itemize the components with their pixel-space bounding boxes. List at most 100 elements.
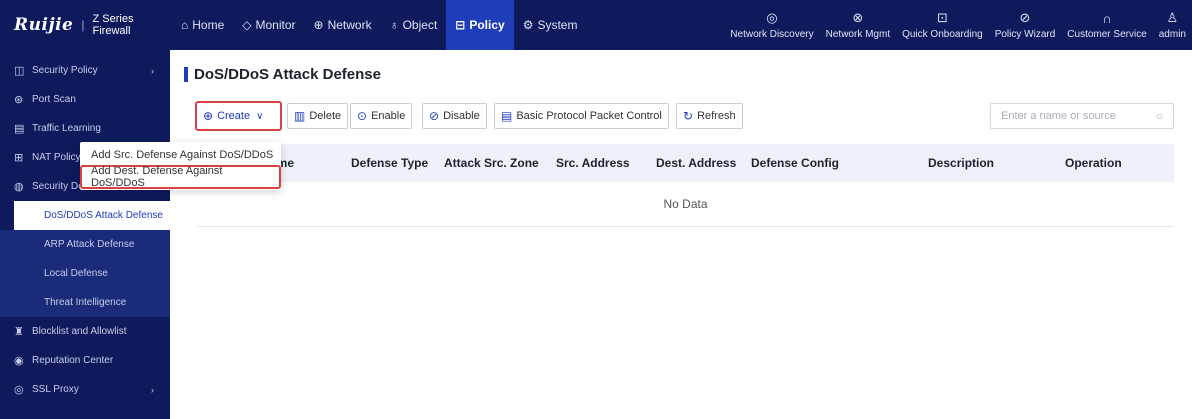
enable-button[interactable]: ⊙ Enable bbox=[350, 103, 413, 129]
sidebar-item-traffic-learning[interactable]: ▤ Traffic Learning bbox=[0, 114, 170, 143]
sidebar-sub-threat[interactable]: Threat Intelligence bbox=[0, 288, 170, 317]
traffic-icon: ▤ bbox=[14, 123, 25, 135]
search-icon[interactable]: ○ bbox=[1156, 109, 1163, 123]
plus-circle-icon: ⊕ bbox=[203, 109, 214, 123]
sidebar-item-label: Blocklist and Allowlist bbox=[32, 326, 127, 337]
sidebar-sub-local[interactable]: Local Defense bbox=[0, 259, 170, 288]
delete-label: Delete bbox=[309, 110, 342, 122]
nav-object[interactable]: ♁ Object bbox=[381, 0, 447, 50]
reputation-icon: ◉ bbox=[14, 355, 24, 367]
column-description: Description bbox=[928, 156, 995, 170]
gear-icon: ⚙ bbox=[522, 18, 534, 32]
tool-customer-service[interactable]: ∩ Customer Service bbox=[1061, 0, 1152, 50]
sidebar-item-label: Port Scan bbox=[32, 94, 76, 105]
tool-policy-wizard[interactable]: ⊘ Policy Wizard bbox=[989, 0, 1062, 50]
network-mgmt-icon: ⊗ bbox=[852, 10, 864, 25]
nav-policy-label: Policy bbox=[469, 18, 505, 32]
sidebar-item-reputation[interactable]: ◉ Reputation Center bbox=[0, 346, 170, 375]
tool-network-mgmt-label: Network Mgmt bbox=[825, 29, 891, 40]
protocol-control-button[interactable]: ▤ Basic Protocol Packet Control bbox=[494, 103, 669, 129]
enable-label: Enable bbox=[371, 110, 406, 122]
sidebar-sub-label: Threat Intelligence bbox=[44, 297, 127, 308]
delete-button[interactable]: ▥ Delete bbox=[287, 103, 349, 129]
shield-icon: ◇ bbox=[242, 18, 252, 32]
title-accent bbox=[184, 67, 188, 82]
sidebar-item-ssl-proxy[interactable]: ◎ SSL Proxy › bbox=[0, 375, 170, 404]
tool-network-discovery[interactable]: ◎ Network Discovery bbox=[724, 0, 819, 50]
disable-button[interactable]: ⊘ Disable bbox=[422, 103, 487, 129]
compass-icon: ⊘ bbox=[1019, 10, 1031, 25]
onboarding-icon: ⊡ bbox=[936, 10, 948, 25]
tool-network-mgmt[interactable]: ⊗ Network Mgmt bbox=[820, 0, 896, 50]
wifi-icon: ◎ bbox=[766, 10, 778, 25]
sidebar-sub-label: ARP Attack Defense bbox=[44, 239, 135, 250]
globe-icon: ⊕ bbox=[313, 18, 324, 32]
chevron-down-icon: ∨ bbox=[256, 110, 264, 122]
object-icon: ♁ bbox=[389, 18, 399, 32]
nav-network-label: Network bbox=[327, 18, 372, 32]
ssl-icon: ◎ bbox=[14, 384, 24, 396]
sidebar-item-security-policy[interactable]: ◫ Security Policy › bbox=[0, 56, 170, 85]
nav-home-label: Home bbox=[192, 18, 225, 32]
refresh-label: Refresh bbox=[697, 110, 736, 122]
column-dest-address: Dest. Address bbox=[656, 156, 737, 170]
nav-system[interactable]: ⚙ System bbox=[514, 0, 587, 50]
tool-admin-label: admin bbox=[1158, 29, 1186, 40]
trash-icon: ▥ bbox=[294, 109, 306, 123]
refresh-icon: ↻ bbox=[683, 109, 694, 123]
tool-customer-service-label: Customer Service bbox=[1067, 28, 1147, 40]
sidebar-item-label: Security Policy bbox=[32, 65, 98, 76]
tool-policy-wizard-label: Policy Wizard bbox=[994, 29, 1056, 40]
sidebar-sub-arp[interactable]: ARP Attack Defense bbox=[0, 230, 170, 259]
tool-quick-onboarding[interactable]: ⊡ Quick Onboarding bbox=[896, 0, 989, 50]
sidebar-item-label: NAT Policy bbox=[32, 152, 81, 163]
brand-logo: Ruijie bbox=[14, 15, 74, 35]
disable-label: Disable bbox=[443, 110, 480, 122]
brand-separator: | bbox=[81, 18, 85, 32]
user-icon: ♙ bbox=[1166, 10, 1179, 25]
home-icon: ⌂ bbox=[181, 18, 189, 32]
protocol-label: Basic Protocol Packet Control bbox=[516, 110, 662, 122]
create-dropdown-menu: Add Src. Defense Against DoS/DDoS Add De… bbox=[80, 142, 281, 190]
create-label: Create bbox=[217, 110, 251, 122]
nav-monitor-label: Monitor bbox=[255, 18, 296, 32]
check-circle-icon: ⊙ bbox=[357, 109, 368, 123]
nav-monitor[interactable]: ◇ Monitor bbox=[233, 0, 304, 50]
page-title: DoS/DDoS Attack Defense bbox=[184, 66, 381, 83]
column-defense-config: Defense Config bbox=[751, 156, 840, 170]
tool-network-discovery-label: Network Discovery bbox=[730, 29, 814, 40]
sidebar: ◫ Security Policy › ⊛ Port Scan ▤ Traffic Le… bbox=[0, 50, 170, 419]
main-content: DoS/DDoS Attack Defense ⊕ Create ∨ ▥ Delete… bbox=[170, 50, 1192, 419]
add-src-defense-item[interactable]: Add Src. Defense Against DoS/DDoS bbox=[80, 143, 281, 167]
nav-network[interactable]: ⊕ Network bbox=[305, 0, 381, 50]
column-src-address: Src. Address bbox=[556, 156, 630, 170]
main-nav: ⌂ Home ◇ Monitor ⊕ Network ♁ Object ⊟ Policy … bbox=[172, 0, 586, 50]
nav-home[interactable]: ⌂ Home bbox=[172, 0, 233, 50]
search-input[interactable] bbox=[1001, 110, 1141, 122]
table-header: ame Defense Type Attack Src. Zone Src. A… bbox=[197, 144, 1174, 182]
ban-icon: ⊘ bbox=[429, 109, 440, 123]
refresh-button[interactable]: ↻ Refresh bbox=[676, 103, 743, 129]
sidebar-sub-label: Local Defense bbox=[44, 268, 108, 279]
tool-quick-onboarding-label: Quick Onboarding bbox=[902, 29, 983, 40]
add-dest-defense-item[interactable]: Add Dest. Defense Against DoS/DDoS bbox=[80, 165, 281, 189]
sidebar-item-port-scan[interactable]: ⊛ Port Scan bbox=[0, 85, 170, 114]
column-defense-type: Defense Type bbox=[351, 156, 429, 170]
chevron-right-icon: › bbox=[151, 384, 154, 395]
sidebar-item-label: SSL Proxy bbox=[32, 384, 79, 395]
top-bar: Ruijie | Z Series Firewall ⌂ Home ◇ Monito… bbox=[0, 0, 1192, 50]
security-policy-icon: ◫ bbox=[14, 65, 25, 77]
nav-policy[interactable]: ⊟ Policy bbox=[446, 0, 514, 50]
chevron-right-icon: › bbox=[151, 65, 154, 76]
nav-object-label: Object bbox=[402, 18, 438, 32]
protocol-icon: ▤ bbox=[501, 109, 513, 123]
empty-table-message: No Data bbox=[197, 182, 1174, 227]
blocklist-icon: ♜ bbox=[14, 326, 24, 338]
create-button[interactable]: ⊕ Create ∨ bbox=[195, 101, 282, 131]
sidebar-item-blocklist[interactable]: ♜ Blocklist and Allowlist bbox=[0, 317, 170, 346]
tool-admin[interactable]: ♙ admin bbox=[1153, 0, 1192, 50]
column-attack-src-zone: Attack Src. Zone bbox=[444, 156, 539, 170]
headset-icon: ∩ bbox=[1102, 10, 1112, 26]
sidebar-sub-dos-ddos[interactable]: DoS/DDoS Attack Defense bbox=[14, 201, 170, 230]
sidebar-item-label: Reputation Center bbox=[32, 355, 114, 366]
